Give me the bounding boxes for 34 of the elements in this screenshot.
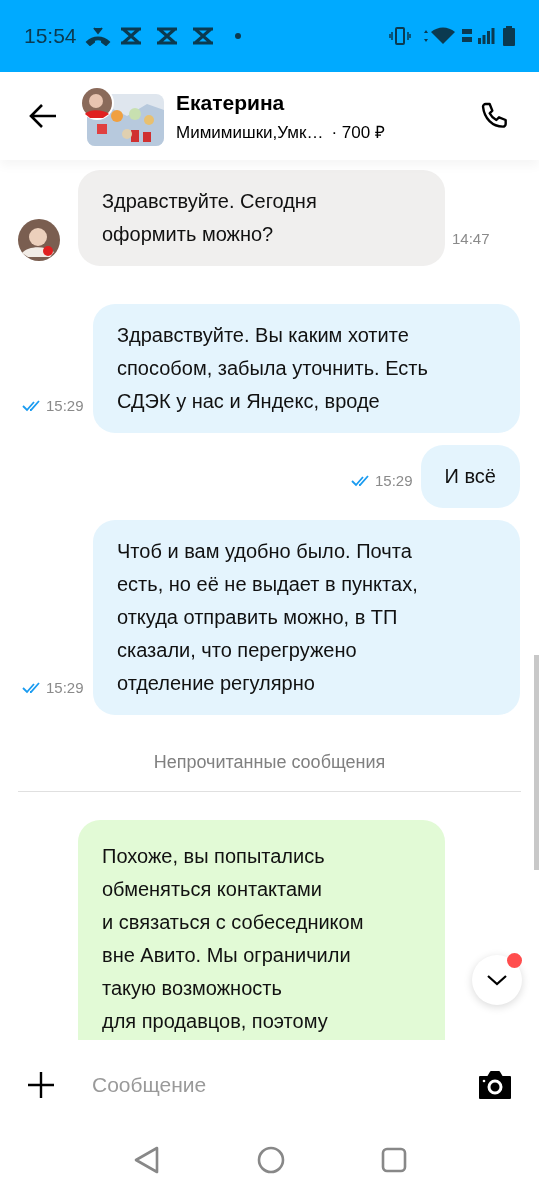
message-bubble: Чтоб и вам удобно было. Почта есть, но её не выдает в пунктах, откуда отправить можно, в ТП сказали, что перегружено отделение регулярно — [93, 520, 520, 715]
app-notification-icon — [190, 27, 215, 45]
message-bubble: И всё — [420, 445, 520, 508]
message-time: 15:29 — [46, 677, 84, 698]
system-message-bubble: Похоже, вы попытались обменяться контактами и связаться с собеседником вне Авито. Мы ограничили такую возможность для продавцов, поэтому — [78, 820, 445, 1040]
listing-price: · 700 ₽ — [331, 122, 385, 144]
avatar — [18, 219, 60, 261]
chevron-down-icon — [486, 974, 508, 986]
contact-name: Екатерина — [176, 89, 286, 116]
message-time: 14:47 — [452, 228, 490, 249]
listing-title: Мимимишки,Умк… — [176, 122, 324, 144]
plus-icon[interactable] — [26, 1070, 56, 1100]
message-bubble: Здравствуйте. Вы каким хотите способом, забыла уточнить. Есть СДЭК у нас и Яндекс, вроде — [93, 304, 520, 433]
message-time: 15:29 — [46, 395, 84, 416]
back-nav-icon[interactable] — [132, 1145, 161, 1175]
scroll-down-button[interactable] — [472, 955, 522, 1005]
signal-icon — [477, 27, 495, 45]
message-field[interactable]: Сообщение — [92, 1069, 477, 1101]
message-bubble: Здравствуйте. Сегодня оформить можно? — [78, 170, 445, 266]
app-notification-icon — [154, 27, 179, 45]
home-nav-icon[interactable] — [256, 1146, 285, 1174]
app-notification-icon — [118, 27, 143, 45]
recents-nav-icon[interactable] — [380, 1147, 407, 1173]
vibrate-icon — [389, 27, 411, 45]
clock: 15:54 — [24, 23, 77, 50]
back-icon[interactable] — [28, 103, 58, 129]
unread-divider-label: Непрочитанные сообщения — [153, 751, 386, 774]
avatar — [80, 86, 114, 120]
camera-icon[interactable] — [477, 1070, 513, 1100]
dot-icon — [234, 33, 241, 39]
missed-call-icon — [84, 26, 111, 46]
wifi-icon — [423, 27, 457, 45]
battery-icon — [503, 26, 515, 46]
message-time: 15:29 — [375, 470, 413, 491]
